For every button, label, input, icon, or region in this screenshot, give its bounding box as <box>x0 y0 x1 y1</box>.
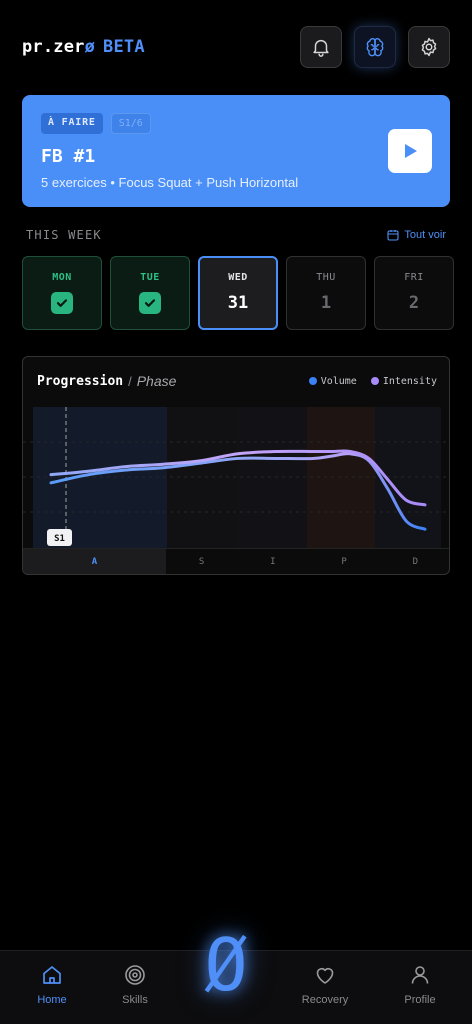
nav-label: Skills <box>122 994 148 1006</box>
chart-legend: Volume Intensity <box>308 375 437 387</box>
day-name: MON <box>52 272 72 283</box>
notifications-button[interactable] <box>300 26 342 68</box>
legend-label: Intensity <box>382 375 437 387</box>
brain-icon <box>366 38 384 57</box>
check-icon <box>51 292 73 314</box>
see-all-link[interactable]: Tout voir <box>387 229 446 241</box>
phase-tab-d[interactable]: D <box>380 549 449 574</box>
status-badge: À FAIRE <box>41 113 103 134</box>
progression-subtitle: Phase <box>136 373 177 389</box>
heart-icon <box>316 968 334 984</box>
play-icon <box>405 144 417 158</box>
brand-name: pr.zer <box>22 37 85 57</box>
app-header: pr.zerø BETA <box>22 26 450 68</box>
user-icon <box>411 966 429 984</box>
phase-tab-p[interactable]: P <box>309 549 380 574</box>
day-mon[interactable]: MON <box>22 256 102 330</box>
phase-axis: A S I P D <box>23 548 449 574</box>
day-wed[interactable]: WED 31 <box>198 256 278 330</box>
workout-title: FB #1 <box>41 146 96 167</box>
legend-intensity: Intensity <box>370 375 437 387</box>
nav-profile[interactable]: Profile <box>380 963 460 1006</box>
week-label: THIS WEEK <box>26 228 102 242</box>
day-name: THU <box>316 272 336 283</box>
legend-volume: Volume <box>308 375 357 387</box>
phase-tab-s[interactable]: S <box>166 549 237 574</box>
day-thu[interactable]: THU 1 <box>286 256 366 330</box>
center-logo-button[interactable]: Ø <box>196 925 256 1005</box>
day-tue[interactable]: TUE <box>110 256 190 330</box>
next-workout-card[interactable]: À FAIRE S1/6 FB #1 5 exercices • Focus S… <box>22 95 450 207</box>
ai-coach-button[interactable] <box>354 26 396 68</box>
week-header: THIS WEEK Tout voir <box>26 227 446 243</box>
target-icon <box>125 965 145 985</box>
day-number: 31 <box>227 293 249 313</box>
week-days: MON TUE WED 31 THU 1 FRI 2 <box>22 256 454 330</box>
check-icon <box>139 292 161 314</box>
day-fri[interactable]: FRI 2 <box>374 256 454 330</box>
settings-button[interactable] <box>408 26 450 68</box>
day-name: WED <box>228 272 248 283</box>
session-badge: S1/6 <box>110 113 151 134</box>
progression-title: Progression <box>37 373 124 389</box>
home-icon <box>43 966 61 984</box>
legend-label: Volume <box>320 375 357 387</box>
see-all-label: Tout voir <box>404 229 446 241</box>
progression-chart: S1 <box>23 407 449 548</box>
legend-dot <box>370 377 379 385</box>
day-number: 1 <box>320 293 332 313</box>
nav-label: Home <box>37 994 67 1006</box>
calendar-icon <box>387 230 399 241</box>
brand-logo: pr.zerø BETA <box>22 37 145 57</box>
nav-home[interactable]: Home <box>12 963 92 1006</box>
nav-skills[interactable]: Skills <box>95 963 175 1006</box>
start-workout-button[interactable] <box>388 129 432 173</box>
legend-dot <box>308 377 317 385</box>
day-name: FRI <box>404 272 424 283</box>
day-name: TUE <box>140 272 160 283</box>
phase-tab-i[interactable]: I <box>237 549 308 574</box>
nav-recovery[interactable]: Recovery <box>285 963 365 1006</box>
nav-label: Profile <box>404 994 436 1006</box>
current-week-label: S1 <box>54 534 65 544</box>
phase-tab-a[interactable]: A <box>23 549 166 574</box>
gear-icon <box>421 37 437 57</box>
brand-slash: ø <box>84 37 96 57</box>
progression-panel: Progression / Phase Volume Intensity S1 … <box>22 356 450 575</box>
beta-badge: BETA <box>103 37 145 57</box>
bell-icon <box>313 39 329 57</box>
nav-label: Recovery <box>301 994 349 1006</box>
title-separator: / <box>128 373 132 389</box>
workout-subtitle: 5 exercices • Focus Squat + Push Horizon… <box>41 175 299 190</box>
day-number: 2 <box>408 293 420 313</box>
